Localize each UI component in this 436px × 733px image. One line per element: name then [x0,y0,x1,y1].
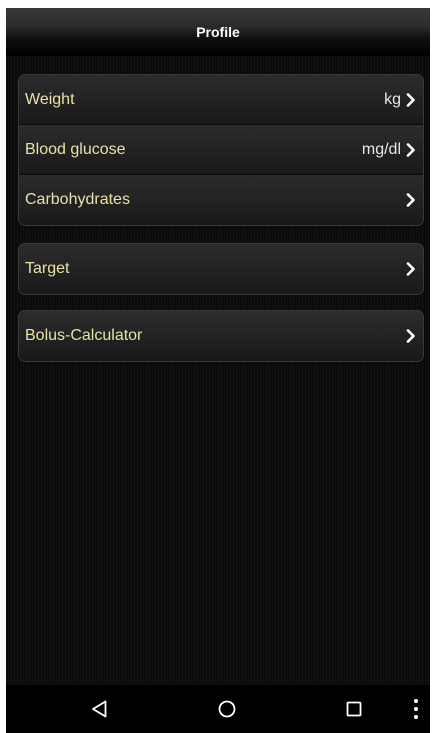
row-label: Blood glucose [25,140,126,158]
back-triangle-icon [92,700,107,718]
row-unit: mg/dl [361,140,401,158]
row-weight[interactable]: Weight kg [19,75,423,125]
settings-group-bolus: Bolus-Calculator [18,310,424,362]
row-label: Target [25,260,70,277]
overflow-menu-icon [414,699,418,719]
row-bolus-calculator[interactable]: Bolus-Calculator [19,311,423,361]
row-carbohydrates[interactable]: Carbohydrates [19,175,423,225]
system-nav-bar [6,685,430,733]
home-button[interactable] [213,695,241,723]
settings-group-target: Target [18,243,424,295]
app-screen: Profile Weight kg Blood glucose mg/dl Ca… [6,8,430,733]
chevron-right-icon [405,142,417,157]
back-button[interactable] [86,695,114,723]
home-circle-icon [218,700,236,718]
row-target[interactable]: Target [19,244,423,294]
row-label: Weight [25,90,75,108]
title-bar: Profile [6,8,430,56]
overflow-menu-button[interactable] [408,695,424,723]
page-title: Profile [196,24,240,40]
chevron-right-icon [405,329,417,343]
chevron-right-icon [405,92,417,107]
row-blood-glucose[interactable]: Blood glucose mg/dl [19,125,423,175]
row-label: Bolus-Calculator [25,327,143,344]
row-label: Carbohydrates [25,191,130,208]
recents-square-icon [346,701,362,717]
recents-button[interactable] [340,695,368,723]
chevron-right-icon [405,193,417,207]
settings-group-units: Weight kg Blood glucose mg/dl Carbohydra… [18,74,424,226]
row-unit: kg [384,90,401,108]
chevron-right-icon [405,262,417,276]
